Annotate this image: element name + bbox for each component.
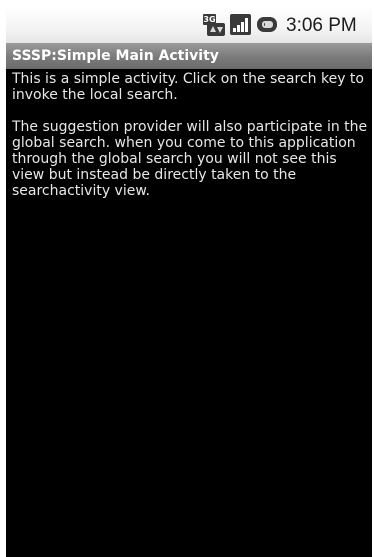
signal-bar	[233, 28, 236, 32]
data-activity-arrows-icon	[207, 23, 225, 36]
battery-charging-icon	[255, 15, 278, 34]
activity-content: This is a simple activity. Click on the …	[12, 71, 368, 199]
app-title: SSSP:Simple Main Activity	[12, 48, 219, 64]
global-search-paragraph: The suggestion provider will also partic…	[12, 119, 368, 199]
status-clock: 3:06 PM	[286, 15, 357, 36]
signal-bar	[237, 25, 240, 32]
status-bar: 3G 3:06 PM	[6, 6, 372, 43]
signal-bar	[241, 22, 244, 32]
intro-paragraph: This is a simple activity. Click on the …	[12, 71, 364, 103]
3g-data-icon: 3G	[203, 14, 227, 36]
battery-body	[257, 17, 277, 32]
app-title-bar: SSSP:Simple Main Activity	[6, 43, 372, 69]
phone-screen: 3G 3:06 PM SSSP:Simple Main Activity Thi…	[6, 6, 372, 557]
signal-strength-icon	[230, 14, 251, 35]
signal-bar	[245, 18, 248, 32]
